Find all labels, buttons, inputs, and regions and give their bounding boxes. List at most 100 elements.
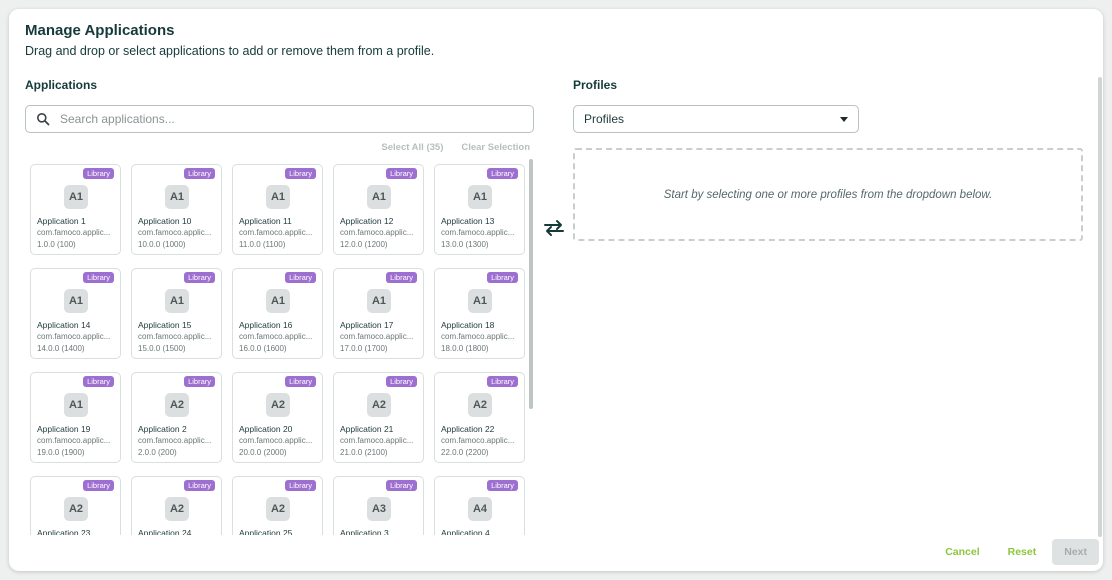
- app-avatar-icon: A4: [468, 497, 492, 521]
- application-card[interactable]: Library A1 Application 16 com.famoco.applic…: [232, 268, 323, 359]
- app-avatar-icon: A2: [64, 497, 88, 521]
- library-badge: Library: [487, 480, 518, 491]
- app-version: 16.0.0 (1600): [239, 344, 287, 353]
- reset-button[interactable]: Reset: [996, 539, 1049, 565]
- app-version: 18.0.0 (1800): [441, 344, 489, 353]
- dropzone-message: Start by selecting one or more profiles …: [663, 188, 993, 201]
- app-version: 19.0.0 (1900): [37, 448, 85, 457]
- clear-selection-button[interactable]: Clear Selection: [461, 142, 530, 153]
- library-badge: Library: [83, 168, 114, 179]
- app-avatar-icon: A2: [266, 393, 290, 417]
- app-version: 21.0.0 (2100): [340, 448, 388, 457]
- app-avatar-icon: A2: [468, 393, 492, 417]
- application-card[interactable]: Library A2 Application 23: [30, 476, 121, 535]
- application-card[interactable]: Library A2 Application 2 com.famoco.applic.…: [131, 372, 222, 463]
- app-name: Application 12: [340, 216, 394, 226]
- app-package: com.famoco.applic...: [37, 332, 111, 341]
- library-badge: Library: [386, 376, 417, 387]
- app-avatar-icon: A1: [367, 289, 391, 313]
- application-card[interactable]: Library A1 Application 18 com.famoco.applic…: [434, 268, 525, 359]
- app-version: 17.0.0 (1700): [340, 344, 388, 353]
- app-package: com.famoco.applic...: [340, 332, 414, 341]
- application-card[interactable]: Library A1 Application 15 com.famoco.applic…: [131, 268, 222, 359]
- app-package: com.famoco.applic...: [441, 436, 515, 445]
- application-card[interactable]: Library A1 Application 14 com.famoco.applic…: [30, 268, 121, 359]
- application-card[interactable]: Library A2 Application 22 com.famoco.applic…: [434, 372, 525, 463]
- next-button[interactable]: Next: [1052, 539, 1099, 565]
- app-package: com.famoco.applic...: [138, 436, 212, 445]
- app-avatar-icon: A2: [367, 393, 391, 417]
- library-badge: Library: [487, 272, 518, 283]
- app-version: 2.0.0 (200): [138, 448, 177, 457]
- applications-label: Applications: [25, 78, 98, 92]
- library-badge: Library: [386, 480, 417, 491]
- app-package: com.famoco.applic...: [441, 332, 515, 341]
- application-card[interactable]: Library A2 Application 21 com.famoco.applic…: [333, 372, 424, 463]
- app-package: com.famoco.applic...: [138, 228, 212, 237]
- application-card[interactable]: Library A1 Application 11 com.famoco.applic…: [232, 164, 323, 255]
- application-card[interactable]: Library A1 Application 13 com.famoco.applic…: [434, 164, 525, 255]
- application-card[interactable]: Library A2 Application 24: [131, 476, 222, 535]
- app-package: com.famoco.applic...: [37, 228, 111, 237]
- selection-actions: Select All (35) Clear Selection: [381, 142, 530, 153]
- app-version: 20.0.0 (2000): [239, 448, 287, 457]
- app-name: Application 1: [37, 216, 86, 226]
- applications-grid-container[interactable]: Library A1 Application 1 com.famoco.applic.…: [25, 159, 535, 535]
- app-avatar-icon: A1: [468, 289, 492, 313]
- application-card[interactable]: Library A4 Application 4: [434, 476, 525, 535]
- profiles-dropdown[interactable]: Profiles: [573, 105, 859, 133]
- profiles-dropzone[interactable]: Start by selecting one or more profiles …: [573, 148, 1083, 241]
- app-name: Application 4: [441, 528, 490, 535]
- app-name: Application 23: [37, 528, 91, 535]
- app-avatar-icon: A1: [367, 185, 391, 209]
- application-card[interactable]: Library A3 Application 3: [333, 476, 424, 535]
- profiles-label: Profiles: [573, 78, 618, 92]
- applications-grid: Library A1 Application 1 com.famoco.applic.…: [25, 159, 535, 535]
- app-avatar-icon: A1: [266, 185, 290, 209]
- app-name: Application 17: [340, 320, 394, 330]
- app-name: Application 22: [441, 424, 495, 434]
- app-package: com.famoco.applic...: [239, 228, 313, 237]
- app-name: Application 20: [239, 424, 293, 434]
- application-card[interactable]: Library A1 Application 17 com.famoco.applic…: [333, 268, 424, 359]
- library-badge: Library: [285, 376, 316, 387]
- app-name: Application 24: [138, 528, 192, 535]
- library-badge: Library: [487, 168, 518, 179]
- application-card[interactable]: Library A2 Application 20 com.famoco.applic…: [232, 372, 323, 463]
- library-badge: Library: [184, 168, 215, 179]
- app-name: Application 13: [441, 216, 495, 226]
- app-name: Application 3: [340, 528, 389, 535]
- library-badge: Library: [83, 272, 114, 283]
- app-name: Application 18: [441, 320, 495, 330]
- library-badge: Library: [184, 480, 215, 491]
- select-all-button[interactable]: Select All (35): [381, 142, 443, 153]
- app-package: com.famoco.applic...: [239, 332, 313, 341]
- library-badge: Library: [285, 480, 316, 491]
- swap-arrows-icon[interactable]: [542, 219, 566, 237]
- app-name: Application 14: [37, 320, 91, 330]
- modal-title: Manage Applications: [25, 22, 175, 39]
- search-input[interactable]: [58, 111, 533, 127]
- app-version: 15.0.0 (1500): [138, 344, 186, 353]
- application-card[interactable]: Library A1 Application 1 com.famoco.applic.…: [30, 164, 121, 255]
- app-avatar-icon: A1: [64, 289, 88, 313]
- app-version: 14.0.0 (1400): [37, 344, 85, 353]
- app-version: 13.0.0 (1300): [441, 240, 489, 249]
- applications-scrollbar[interactable]: [529, 159, 533, 409]
- app-name: Application 11: [239, 216, 292, 226]
- app-version: 12.0.0 (1200): [340, 240, 388, 249]
- cancel-button[interactable]: Cancel: [933, 539, 991, 565]
- modal-footer: Cancel Reset Next: [933, 539, 1099, 565]
- search-box[interactable]: [25, 105, 534, 133]
- modal-scrollbar[interactable]: [1098, 77, 1102, 537]
- application-card[interactable]: Library A1 Application 10 com.famoco.applic…: [131, 164, 222, 255]
- application-card[interactable]: Library A1 Application 12 com.famoco.applic…: [333, 164, 424, 255]
- app-package: com.famoco.applic...: [239, 436, 313, 445]
- application-card[interactable]: Library A1 Application 19 com.famoco.applic…: [30, 372, 121, 463]
- library-badge: Library: [285, 272, 316, 283]
- application-card[interactable]: Library A2 Application 25: [232, 476, 323, 535]
- search-icon: [37, 113, 50, 126]
- app-name: Application 2: [138, 424, 187, 434]
- app-avatar-icon: A1: [165, 289, 189, 313]
- library-badge: Library: [83, 480, 114, 491]
